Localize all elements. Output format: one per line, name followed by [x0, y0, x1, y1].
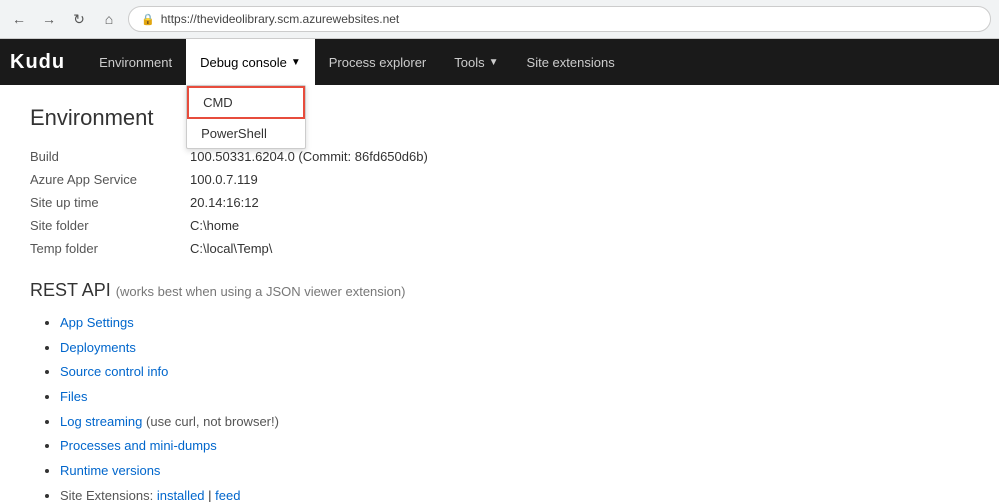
- url-text: https://thevideolibrary.scm.azurewebsite…: [161, 12, 400, 26]
- deployments-link[interactable]: Deployments: [60, 340, 136, 355]
- list-item: Deployments: [60, 336, 969, 361]
- processes-link[interactable]: Processes and mini-dumps: [60, 438, 217, 453]
- list-item-site-extensions: Site Extensions: installed | feed: [60, 484, 969, 502]
- files-link[interactable]: Files: [60, 389, 87, 404]
- kudu-logo: Kudu: [10, 51, 65, 74]
- app-service-value: 100.0.7.119: [190, 172, 258, 187]
- log-streaming-link[interactable]: Log streaming: [60, 414, 142, 429]
- lock-icon: 🔒: [141, 13, 155, 26]
- address-bar[interactable]: 🔒 https://thevideolibrary.scm.azurewebsi…: [128, 6, 991, 32]
- list-item: App Settings: [60, 311, 969, 336]
- api-links-list: App Settings Deployments Source control …: [30, 311, 969, 502]
- build-value: 100.50331.6204.0 (Commit: 86fd650d6b): [190, 149, 428, 164]
- site-uptime-label: Site up time: [30, 195, 190, 210]
- app-service-label: Azure App Service: [30, 172, 190, 187]
- temp-folder-value: C:\local\Temp\: [190, 241, 272, 256]
- temp-folder-label: Temp folder: [30, 241, 190, 256]
- browser-chrome: ← → ↻ ⌂ 🔒 https://thevideolibrary.scm.az…: [0, 0, 999, 39]
- list-item: Runtime versions: [60, 459, 969, 484]
- browser-toolbar: ← → ↻ ⌂ 🔒 https://thevideolibrary.scm.az…: [0, 0, 999, 38]
- list-item: Processes and mini-dumps: [60, 434, 969, 459]
- dropdown-item-cmd[interactable]: CMD: [187, 86, 305, 119]
- source-control-link[interactable]: Source control info: [60, 364, 168, 379]
- rest-api-section: REST API (works best when using a JSON v…: [30, 280, 969, 502]
- main-content: Environment Build 100.50331.6204.0 (Comm…: [0, 85, 999, 502]
- rest-api-title: REST API (works best when using a JSON v…: [30, 280, 969, 301]
- page-title: Environment: [30, 105, 969, 131]
- tools-caret-icon: ▼: [489, 57, 499, 68]
- debug-console-dropdown: CMD PowerShell: [186, 85, 306, 149]
- site-folder-value: C:\home: [190, 218, 239, 233]
- dropdown-item-powershell[interactable]: PowerShell: [187, 119, 305, 148]
- list-item: Log streaming (use curl, not browser!): [60, 410, 969, 435]
- list-item: Files: [60, 385, 969, 410]
- info-row-app-service: Azure App Service 100.0.7.119: [30, 168, 969, 191]
- home-button[interactable]: ⌂: [98, 8, 120, 30]
- app-settings-link[interactable]: App Settings: [60, 315, 134, 330]
- info-table: Build 100.50331.6204.0 (Commit: 86fd650d…: [30, 145, 969, 260]
- forward-button[interactable]: →: [38, 8, 60, 30]
- reload-button[interactable]: ↻: [68, 8, 90, 30]
- runtime-versions-link[interactable]: Runtime versions: [60, 463, 160, 478]
- nav-bar: Kudu Environment Debug console ▼ CMD Pow…: [0, 39, 999, 85]
- caret-icon: ▼: [291, 57, 301, 68]
- nav-item-tools[interactable]: Tools ▼: [440, 39, 512, 85]
- nav-item-site-extensions[interactable]: Site extensions: [513, 39, 629, 85]
- back-button[interactable]: ←: [8, 8, 30, 30]
- nav-item-process-explorer[interactable]: Process explorer: [315, 39, 441, 85]
- list-item: Source control info: [60, 360, 969, 385]
- info-row-site-folder: Site folder C:\home: [30, 214, 969, 237]
- info-row-temp-folder: Temp folder C:\local\Temp\: [30, 237, 969, 260]
- build-label: Build: [30, 149, 190, 164]
- site-folder-label: Site folder: [30, 218, 190, 233]
- log-streaming-suffix: (use curl, not browser!): [146, 414, 279, 429]
- site-uptime-value: 20.14:16:12: [190, 195, 259, 210]
- nav-item-environment[interactable]: Environment: [85, 39, 186, 85]
- nav-item-debug-console[interactable]: Debug console ▼ CMD PowerShell: [186, 39, 315, 85]
- info-row-site-uptime: Site up time 20.14:16:12: [30, 191, 969, 214]
- rest-api-subtitle: (works best when using a JSON viewer ext…: [116, 284, 406, 299]
- info-row-build: Build 100.50331.6204.0 (Commit: 86fd650d…: [30, 145, 969, 168]
